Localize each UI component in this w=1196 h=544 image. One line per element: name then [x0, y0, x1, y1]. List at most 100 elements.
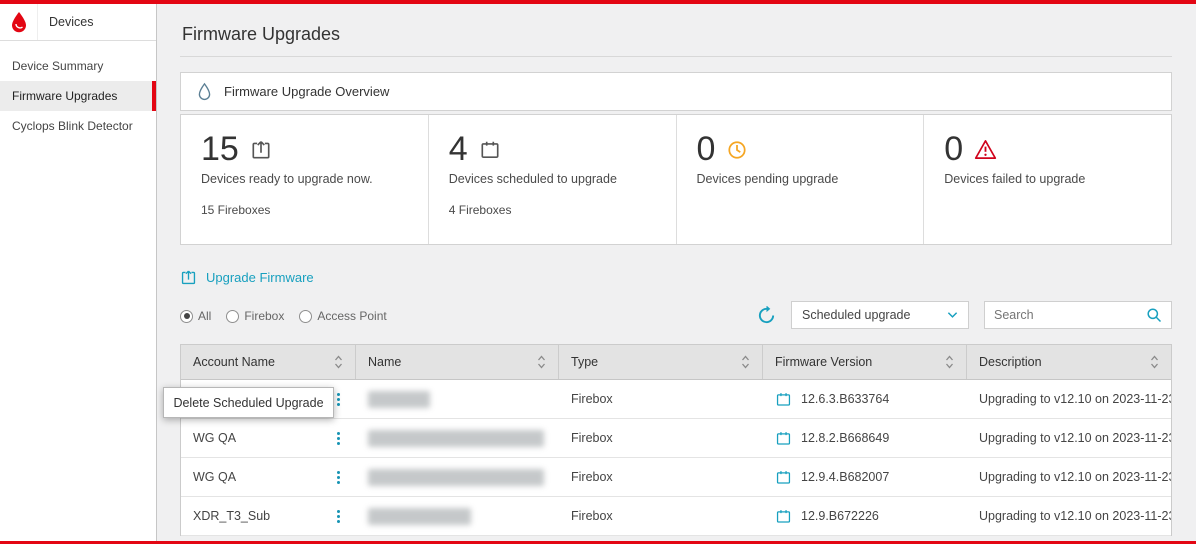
stat-subtext: 15 Fireboxes [201, 203, 408, 217]
column-header-type[interactable]: Type [559, 345, 763, 379]
table-row[interactable]: XDR_T3_Sub Firebox 12.9.B672226 Upgradin… [181, 497, 1171, 536]
upgrade-filter-dropdown[interactable]: Scheduled upgrade [791, 301, 969, 329]
account-cell: WG QA [181, 419, 356, 457]
sidebar-item-cyclops-blink-detector[interactable]: Cyclops Blink Detector [0, 111, 156, 141]
name-cell [356, 419, 559, 457]
stat-label: Devices failed to upgrade [944, 172, 1151, 186]
account-name: WG QA [193, 470, 236, 484]
row-menu-icon[interactable] [333, 428, 344, 449]
stat-scheduled-to-upgrade: 4 Devices scheduled to upgrade 4 Firebox… [429, 115, 677, 244]
calendar-icon [775, 469, 792, 486]
stat-value: 15 [201, 130, 239, 169]
row-menu-icon[interactable] [333, 506, 344, 527]
calendar-icon [775, 508, 792, 525]
column-header-firmware-version[interactable]: Firmware Version [763, 345, 967, 379]
main-content: Firmware Upgrades Firmware Upgrade Overv… [157, 4, 1196, 541]
radio-access-point[interactable]: Access Point [299, 309, 386, 323]
sort-icon[interactable] [945, 355, 954, 369]
table-row[interactable]: WG QA Firebox 12.9.4.B682007 Upgrading t… [181, 458, 1171, 497]
row-menu-icon[interactable] [333, 467, 344, 488]
sort-icon[interactable] [1150, 355, 1159, 369]
type-cell: Firebox [559, 419, 763, 457]
upgrade-upload-icon [250, 139, 272, 161]
table-row[interactable]: WG QA Firebox 12.8.2.B668649 Upgrading t… [181, 419, 1171, 458]
account-cell: WG QA [181, 458, 356, 496]
stat-value: 0 [944, 130, 963, 169]
sort-icon[interactable] [741, 355, 750, 369]
drop-outline-icon [196, 82, 213, 101]
name-cell [356, 458, 559, 496]
stat-pending-upgrade: 0 Devices pending upgrade [677, 115, 925, 244]
chevron-down-icon [947, 311, 958, 319]
search-input[interactable] [994, 308, 1146, 322]
radio-label: Firebox [244, 309, 284, 323]
description-cell: Upgrading to v12.10 on 2023-11-23 [967, 419, 1171, 457]
clock-icon [726, 139, 748, 161]
stat-value: 4 [449, 130, 468, 169]
context-menu-delete-scheduled-upgrade[interactable]: Delete Scheduled Upgrade [163, 387, 334, 418]
sidebar: Devices Device Summary Firmware Upgrades… [0, 4, 157, 541]
redacted-name [368, 469, 544, 486]
column-label: Type [571, 355, 598, 369]
type-cell: Firebox [559, 380, 763, 418]
upgrade-firmware-button[interactable]: Upgrade Firmware [180, 269, 314, 286]
redacted-name [368, 430, 544, 447]
calendar-icon [479, 139, 501, 161]
refresh-icon[interactable] [757, 306, 776, 325]
search-icon[interactable] [1146, 307, 1162, 323]
sidebar-item-firmware-upgrades[interactable]: Firmware Upgrades [0, 81, 156, 111]
radio-dot [299, 310, 312, 323]
search-box [984, 301, 1172, 329]
watchguard-drop-icon [9, 11, 29, 33]
stat-label: Devices scheduled to upgrade [449, 172, 656, 186]
firmware-version: 12.9.4.B682007 [801, 470, 889, 484]
account-cell: XDR_T3_Sub [181, 497, 356, 535]
firmware-version: 12.6.3.B633764 [801, 392, 889, 406]
account-name: WG QA [193, 431, 236, 445]
warning-icon [974, 139, 997, 160]
filter-row: All Firebox Access Point Scheduled upgr [180, 301, 1172, 329]
sidebar-item-device-summary[interactable]: Device Summary [0, 51, 156, 81]
radio-label: Access Point [317, 309, 386, 323]
column-header-name[interactable]: Name [356, 345, 559, 379]
overview-stats: 15 Devices ready to upgrade now. 15 Fire… [180, 114, 1172, 245]
stat-value: 0 [697, 130, 716, 169]
column-header-description[interactable]: Description [967, 345, 1171, 379]
column-header-account-name[interactable]: Account Name [181, 345, 356, 379]
column-label: Description [979, 355, 1042, 369]
redacted-name [368, 391, 430, 408]
sidebar-header: Devices [0, 4, 156, 41]
sort-icon[interactable] [537, 355, 546, 369]
stat-label: Devices pending upgrade [697, 172, 904, 186]
firmware-cell: 12.6.3.B633764 [763, 380, 967, 418]
description-cell: Upgrading to v12.10 on 2023-11-23 [967, 380, 1171, 418]
radio-firebox[interactable]: Firebox [226, 309, 284, 323]
overview-header: Firmware Upgrade Overview [181, 73, 1171, 110]
page-title: Firmware Upgrades [180, 18, 1172, 57]
brand-logo[interactable] [0, 4, 38, 40]
column-label: Name [368, 355, 401, 369]
stat-failed-upgrade: 0 Devices failed to upgrade [924, 115, 1171, 244]
firmware-version: 12.8.2.B668649 [801, 431, 889, 445]
radio-all[interactable]: All [180, 309, 211, 323]
row-menu-icon[interactable] [333, 389, 344, 410]
sidebar-section-title: Devices [38, 15, 93, 29]
sidebar-menu: Device Summary Firmware Upgrades Cyclops… [0, 41, 156, 141]
calendar-icon [775, 391, 792, 408]
table-controls: Scheduled upgrade [757, 301, 1172, 329]
type-cell: Firebox [559, 497, 763, 535]
firmware-table: Account Name Name Type Firmware Version … [180, 344, 1172, 536]
upgrade-firmware-label: Upgrade Firmware [206, 270, 314, 285]
description-cell: Upgrading to v12.10 on 2023-11-23 [967, 458, 1171, 496]
column-label: Firmware Version [775, 355, 872, 369]
stat-subtext: 4 Fireboxes [449, 203, 656, 217]
account-name: XDR_T3_Sub [193, 509, 270, 523]
overview-card: Firmware Upgrade Overview [180, 72, 1172, 111]
stat-ready-to-upgrade: 15 Devices ready to upgrade now. 15 Fire… [181, 115, 429, 244]
name-cell [356, 380, 559, 418]
firmware-cell: 12.9.4.B682007 [763, 458, 967, 496]
sort-icon[interactable] [334, 355, 343, 369]
device-type-filter: All Firebox Access Point [180, 309, 387, 329]
radio-label: All [198, 309, 211, 323]
radio-dot [180, 310, 193, 323]
